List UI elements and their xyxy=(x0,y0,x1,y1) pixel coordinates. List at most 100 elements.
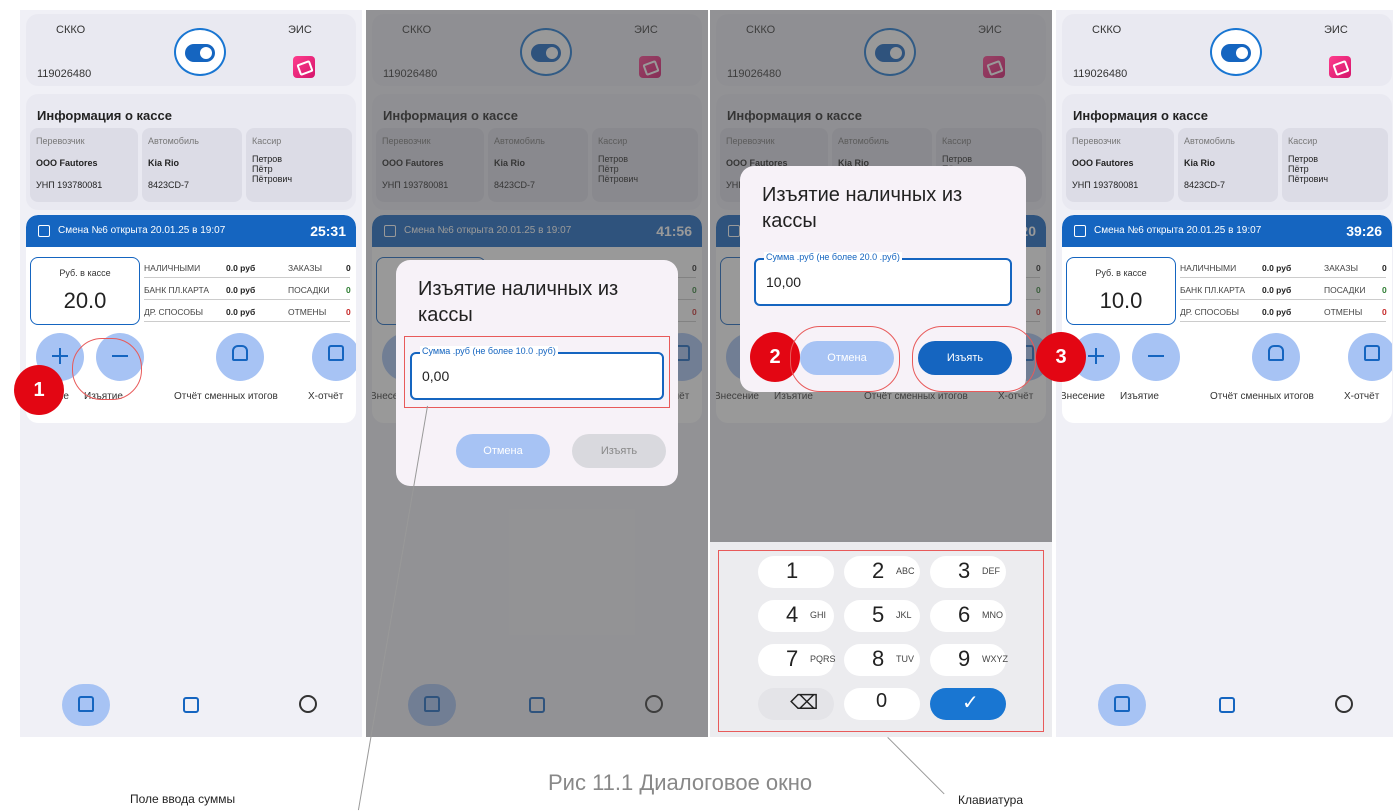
figure-caption: Рис 11.1 Диалоговое окно xyxy=(548,770,813,795)
cash-label: Руб. в кассе xyxy=(1095,268,1147,278)
step-marker-1: 1 xyxy=(14,365,64,415)
nav-documents-icon[interactable] xyxy=(1219,697,1235,713)
stat-cancel-label: ОТМЕНЫ xyxy=(288,307,327,317)
toggle-icon xyxy=(1221,44,1251,62)
toggle-icon xyxy=(185,44,215,62)
stat-cash-amount: 0.0 руб xyxy=(226,263,256,273)
stat-orders-label: ЗАКАЗЫ xyxy=(288,263,322,273)
car-model: Kia Rio xyxy=(148,158,180,168)
kkt-number: 119026480 xyxy=(37,68,92,80)
stat-orders-label: ЗАКАЗЫ xyxy=(1324,263,1358,273)
minus-icon xyxy=(1148,355,1164,357)
withdraw-label: Изъятие xyxy=(1120,391,1159,402)
eis-logo-icon xyxy=(293,56,315,78)
cashier-header: Кассир xyxy=(252,136,282,146)
car-icon xyxy=(232,345,248,361)
cash-value: 10.0 xyxy=(1099,288,1143,313)
dialog-title: Изъятие наличных из кассы xyxy=(418,278,619,326)
x-report-label: X-отчёт xyxy=(1344,391,1380,402)
shift-card: Смена №6 открыта 20.01.25 в 19:07 25:31 … xyxy=(26,215,356,423)
home-icon xyxy=(78,696,94,712)
withdraw-button[interactable] xyxy=(1132,333,1180,381)
skko-label: СККО xyxy=(56,24,86,36)
stat-cancel-label: ОТМЕНЫ xyxy=(1324,307,1363,317)
carrier-name: ООО Fautores xyxy=(1072,158,1134,168)
stat-other-label: ДР. СПОСОБЫ xyxy=(144,307,204,317)
shift-text: Смена №6 открыта 20.01.25 в 19:07 xyxy=(58,225,226,236)
carrier-header: Перевозчик xyxy=(36,136,85,146)
home-icon xyxy=(1114,696,1130,712)
highlight-frame xyxy=(404,336,670,408)
cash-in-register: Руб. в кассе 20.0 xyxy=(30,257,140,325)
stat-other-amount: 0.0 руб xyxy=(226,307,256,317)
nav-settings-gear-icon[interactable] xyxy=(1335,695,1353,713)
cash-value: 20.0 xyxy=(63,288,107,313)
x-report-label: X-отчёт xyxy=(308,391,344,402)
bottom-nav xyxy=(20,677,362,737)
stat-cash-label: НАЛИЧНЫМИ xyxy=(1180,263,1237,273)
shift-timer: 25:31 xyxy=(310,223,346,239)
calendar-icon xyxy=(38,225,50,237)
amount-input[interactable]: Сумма .руб (не более 20.0 .руб) 10,00 xyxy=(754,252,1012,306)
cashier-name: Петров Пётр Пётрович xyxy=(1288,154,1329,184)
car-header: Автомобиль xyxy=(1184,136,1235,146)
eis-label: ЭИС xyxy=(288,24,312,36)
withdraw-confirm-button[interactable]: Изъять xyxy=(572,434,666,468)
car-col: Автомобиль Kia Rio 8423CD-7 xyxy=(142,128,242,202)
keyboard-highlight xyxy=(718,550,1044,732)
stat-boarding-value: 0 xyxy=(346,285,351,295)
cash-info-card: Информация о кассе Перевозчик ООО Fautor… xyxy=(1062,94,1392,210)
car-header: Автомобиль xyxy=(148,136,199,146)
shift-report-label: Отчёт сменных итогов xyxy=(1210,391,1314,402)
skko-toggle[interactable] xyxy=(174,28,226,76)
nav-documents-icon[interactable] xyxy=(183,697,199,713)
cash-in-register: Руб. в кассе 10.0 xyxy=(1066,257,1176,325)
dialog-title: Изъятие наличных из кассы xyxy=(762,184,963,232)
nav-home[interactable] xyxy=(1098,684,1146,726)
stat-cash-amount: 0.0 руб xyxy=(1262,263,1292,273)
x-report-button[interactable] xyxy=(1348,333,1392,381)
amount-field-label: Сумма .руб (не более 20.0 .руб) xyxy=(764,252,902,262)
cashier-name: Петров Пётр Пётрович xyxy=(252,154,293,184)
cashier-col: Кассир Петров Пётр Пётрович xyxy=(246,128,352,202)
confirm-highlight xyxy=(912,326,1036,392)
car-plate: 8423CD-7 xyxy=(148,180,190,190)
stat-cancel-value: 0 xyxy=(346,307,351,317)
calendar-icon xyxy=(1074,225,1086,237)
stat-card-label: БАНК ПЛ.КАРТА xyxy=(1180,285,1246,295)
skko-toggle[interactable] xyxy=(1210,28,1262,76)
car-icon xyxy=(1268,345,1284,361)
withdraw-highlight xyxy=(72,338,142,400)
stat-cash-label: НАЛИЧНЫМИ xyxy=(144,263,201,273)
cancel-highlight xyxy=(790,326,900,392)
field-note: Поле ввода суммы xyxy=(130,792,236,806)
stat-orders-value: 0 xyxy=(346,263,351,273)
stat-card-label: БАНК ПЛ.КАРТА xyxy=(144,285,210,295)
stat-card-amount: 0.0 руб xyxy=(226,285,256,295)
status-card: СККО ЭИС 119026480 xyxy=(26,14,356,86)
shift-report-button[interactable] xyxy=(216,333,264,381)
skko-label: СККО xyxy=(1092,24,1122,36)
x-report-button[interactable] xyxy=(312,333,356,381)
screen-2: СККО ЭИС 119026480 Информация о кассе Пе… xyxy=(366,10,708,737)
keyboard-pointer-line xyxy=(887,737,945,795)
cancel-button[interactable]: Отмена xyxy=(456,434,550,468)
step-marker-3: 3 xyxy=(1036,332,1086,382)
eis-logo-icon xyxy=(1329,56,1351,78)
shift-header: Смена №6 открыта 20.01.25 в 19:07 39:26 xyxy=(1062,215,1392,247)
carrier-unp: УНП 193780081 xyxy=(36,180,103,190)
info-title: Информация о кассе xyxy=(37,108,172,123)
shift-report-label: Отчёт сменных итогов xyxy=(174,391,278,402)
nav-settings-gear-icon[interactable] xyxy=(299,695,317,713)
car-col: Автомобиль Kia Rio 8423CD-7 xyxy=(1178,128,1278,202)
carrier-header: Перевозчик xyxy=(1072,136,1121,146)
receipt-icon xyxy=(328,345,344,361)
shift-report-button[interactable] xyxy=(1252,333,1300,381)
nav-home[interactable] xyxy=(62,684,110,726)
bottom-nav xyxy=(1056,677,1393,737)
stat-orders-value: 0 xyxy=(1382,263,1387,273)
car-model: Kia Rio xyxy=(1184,158,1216,168)
cash-label: Руб. в кассе xyxy=(59,268,111,278)
shift-card: Смена №6 открыта 20.01.25 в 19:07 39:26 … xyxy=(1062,215,1392,423)
stat-boarding-label: ПОСАДКИ xyxy=(288,285,330,295)
